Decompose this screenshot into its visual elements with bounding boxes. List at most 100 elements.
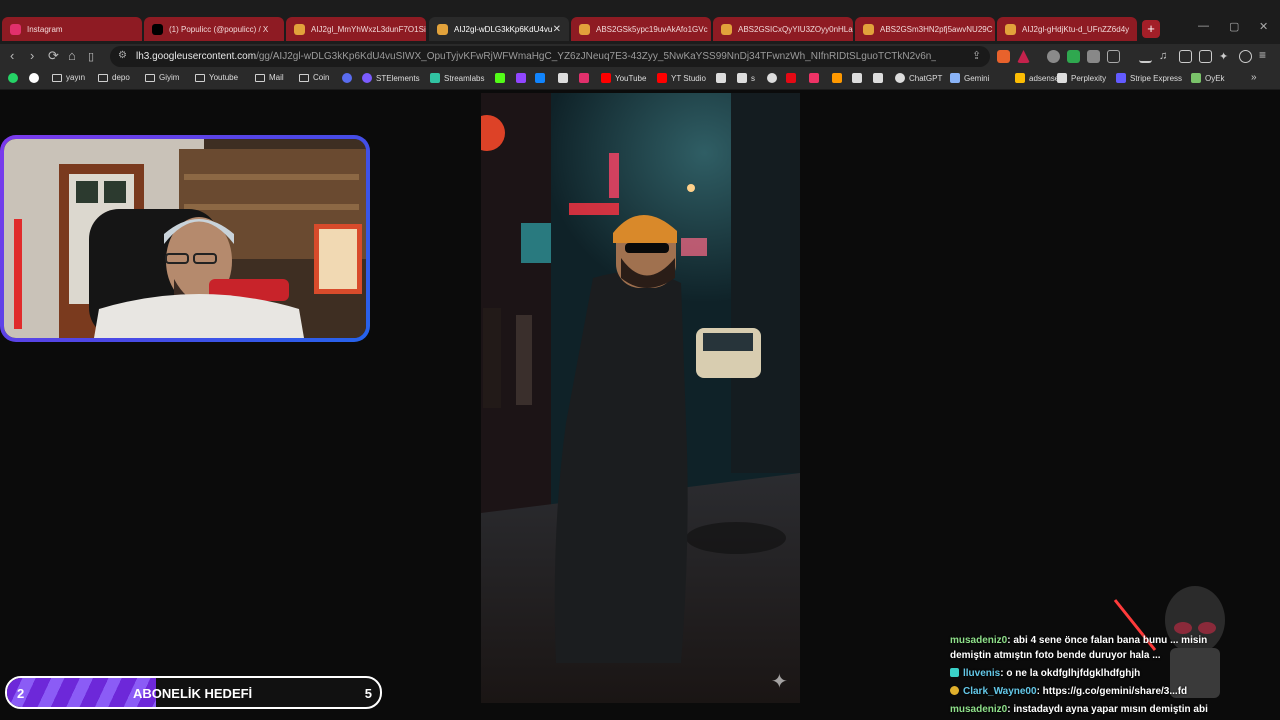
bookmark-item[interactable]	[579, 73, 593, 83]
minimize-button[interactable]: —	[1198, 20, 1209, 32]
bookmark-label: OyEk	[1205, 73, 1225, 83]
pinwheel-icon	[863, 23, 874, 35]
bookmark-label: YT Studio	[671, 73, 706, 83]
bookmark-item[interactable]: Coin	[299, 73, 329, 82]
bookmark-item[interactable]	[495, 73, 509, 83]
folder-icon	[299, 73, 309, 82]
bookmark-item[interactable]: Giyim	[145, 73, 179, 82]
bookmark-item[interactable]: yayın	[52, 73, 85, 82]
bookmark-item[interactable]	[29, 73, 43, 83]
bookmark-item[interactable]	[535, 73, 549, 83]
browser-tab[interactable]: Instagram	[2, 17, 142, 41]
close-window-button[interactable]: ✕	[1259, 20, 1268, 33]
wallet-icon[interactable]	[1199, 50, 1212, 63]
bookmark-item[interactable]	[767, 73, 781, 83]
bookmark-item[interactable]: YT Studio	[657, 73, 706, 83]
twitch-icon	[516, 73, 526, 83]
more-bookmarks-icon[interactable]: »	[1251, 72, 1257, 83]
bookmark-item[interactable]: YouTube	[601, 73, 646, 83]
chat-message-continued: demiştin atmıştın foto bende duruyor hal…	[950, 650, 1161, 661]
brave-rewards-icon[interactable]	[1017, 50, 1030, 63]
x-icon	[152, 23, 163, 35]
bookmark-item[interactable]	[8, 73, 22, 83]
bookmark-label: Gemini	[964, 73, 990, 83]
browser-toolbar: ‹ › ⟳ ⌂ ▯ ⚙ lh3.googleusercontent.com/gg…	[0, 44, 1280, 69]
bookmark-label: Mail	[269, 73, 284, 82]
home-button[interactable]: ⌂	[68, 48, 76, 63]
back-button[interactable]: ‹	[10, 48, 14, 63]
tab-title: ABS2GSk5ypc19uvAkAfo1GVc	[596, 24, 708, 34]
stripe-icon	[1116, 73, 1126, 83]
bookmark-item[interactable]	[558, 73, 572, 83]
bookmark-item[interactable]	[809, 73, 823, 83]
browser-tab[interactable]: (1) Populicc (@populicc) / X	[144, 17, 284, 41]
bookmark-item[interactable]	[342, 73, 356, 83]
bookmark-item[interactable]: depo	[98, 73, 130, 82]
bookmark-item[interactable]: Stripe Express	[1116, 73, 1182, 83]
bookmark-label: Coin	[313, 73, 330, 82]
tiktok-icon	[716, 73, 726, 83]
browser-tab[interactable]: ABS2GSm3HN2pfj5awvNU29C	[855, 17, 995, 41]
generated-image: ✦	[481, 93, 800, 703]
menu-icon[interactable]: ≡	[1259, 48, 1272, 62]
extension-green-icon[interactable]	[1067, 50, 1080, 63]
browser-tab[interactable]: ABS2GSICxQyYIU3ZOyy0nHLa	[713, 17, 853, 41]
bookmark-item[interactable]: STElements	[362, 73, 420, 83]
folder-icon	[145, 73, 155, 82]
screenshot-icon[interactable]	[1107, 50, 1120, 63]
url-host: lh3.googleusercontent.com	[136, 51, 257, 62]
bookmark-item[interactable]	[716, 73, 730, 83]
bookmark-item[interactable]: Gemini	[950, 73, 989, 83]
bookmark-item[interactable]: adsense	[1015, 73, 1059, 83]
bookmark-item[interactable]	[873, 73, 887, 83]
bookmark-item[interactable]: Mail	[255, 73, 284, 82]
chat-message: Clark_Wayne00: https://g.co/gemini/share…	[950, 686, 1187, 697]
bookmark-label: STElements	[376, 73, 420, 83]
browser-tab[interactable]: AIJ2gl-wDLG3kKp6KdU4vu ✕	[429, 17, 569, 41]
site-info-icon[interactable]: ⚙	[118, 50, 127, 61]
sidebar-icon[interactable]	[1179, 50, 1192, 63]
bookmark-item[interactable]: s	[737, 73, 755, 83]
chat-text: : instadaydı ayna yapar mısın demiştin a…	[1007, 704, 1208, 715]
bookmark-item[interactable]	[852, 73, 866, 83]
webcam-feed	[4, 139, 366, 338]
capcut-icon	[873, 73, 883, 83]
chat-username: lluvenis	[963, 668, 1001, 679]
browser-tab[interactable]: AIJ2gl-gHdjKtu-d_UFnZZ6d4y	[997, 17, 1137, 41]
bookmark-item[interactable]	[516, 73, 530, 83]
close-tab-icon[interactable]: ✕	[553, 24, 561, 35]
tab-title: AIJ2gl_MmYhWxzL3dunF7O1Si	[311, 24, 426, 34]
diamond-badge-icon	[950, 668, 959, 677]
extension-icon[interactable]	[1047, 50, 1060, 63]
address-bar[interactable]: ⚙ lh3.googleusercontent.com/gg/AIJ2gl-wD…	[110, 46, 990, 67]
bookmark-item[interactable]: ChatGPT	[895, 73, 942, 83]
bookmark-item[interactable]: Streamlabs	[430, 73, 484, 83]
new-tab-button[interactable]: +	[1142, 20, 1160, 38]
bookmark-icon[interactable]: ▯	[88, 50, 94, 63]
forward-button[interactable]: ›	[30, 48, 34, 63]
bookmark-label: YouTube	[615, 73, 647, 83]
bookmark-item[interactable]: Perplexity	[1057, 73, 1106, 83]
bluesky-icon	[535, 73, 545, 83]
media-icon[interactable]: ♫	[1159, 50, 1172, 63]
brave-shield-icon[interactable]	[997, 50, 1010, 63]
browser-tab[interactable]: ABS2GSk5ypc19uvAkAfo1GVc	[571, 17, 711, 41]
browser-tab[interactable]: AIJ2gl_MmYhWxzL3dunF7O1Si	[286, 17, 426, 41]
leo-ai-icon[interactable]: ✦	[1219, 50, 1232, 63]
shield-badge-icon	[950, 686, 959, 695]
maximize-button[interactable]: ▢	[1229, 20, 1239, 33]
reload-button[interactable]: ⟳	[48, 48, 59, 64]
tab-title: ABS2GSm3HN2pfj5awvNU29C	[880, 24, 993, 34]
vpn-icon[interactable]	[1239, 50, 1252, 63]
bookmark-item[interactable]: Youtube	[195, 73, 238, 82]
bookmark-item[interactable]: OyEk	[1191, 73, 1225, 83]
pinwheel-icon	[437, 23, 448, 35]
bookmark-item[interactable]	[786, 73, 800, 83]
extensions-puzzle-icon[interactable]	[1087, 50, 1100, 63]
download-icon[interactable]	[1139, 50, 1152, 63]
pinwheel-icon	[721, 23, 732, 35]
bookmark-item[interactable]	[832, 73, 846, 83]
share-icon[interactable]: ⇪	[972, 49, 981, 62]
pinwheel-icon	[294, 23, 305, 35]
folder-icon	[52, 73, 62, 82]
